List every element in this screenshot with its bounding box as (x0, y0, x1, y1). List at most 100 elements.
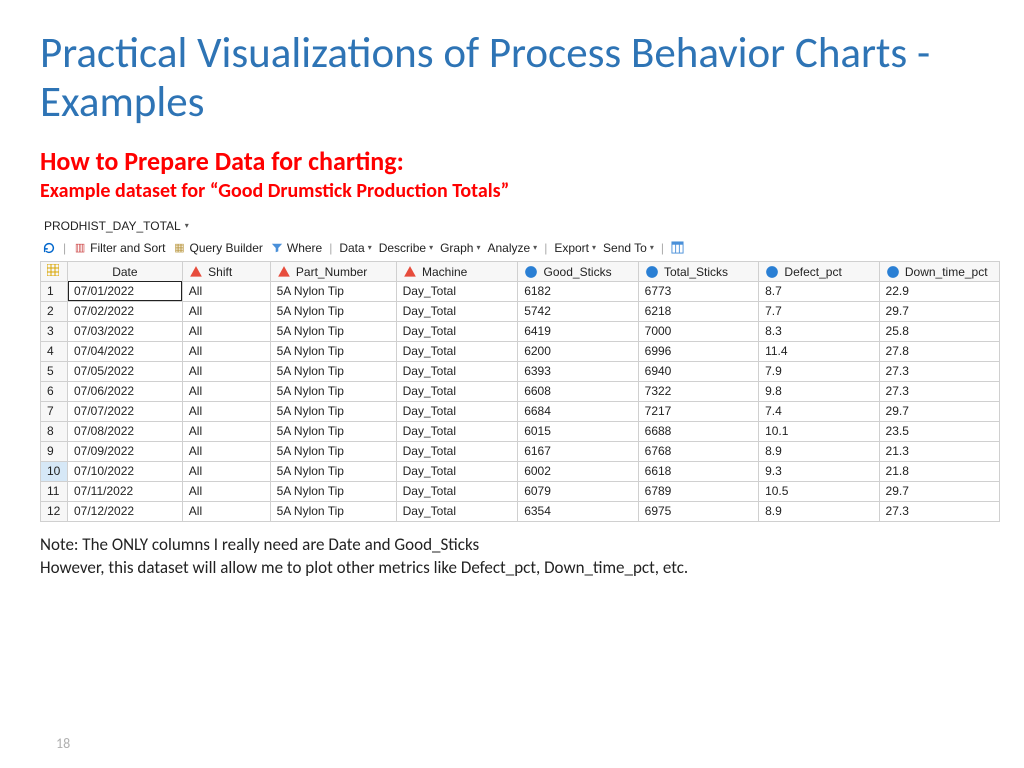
cell-good-sticks[interactable]: 6608 (518, 381, 638, 401)
column-header-date[interactable]: Date (68, 261, 183, 281)
cell-date[interactable]: 07/12/2022 (68, 501, 183, 521)
filter-and-sort-button[interactable]: ▥ Filter and Sort (71, 241, 167, 255)
cell-defect-pct[interactable]: 8.9 (759, 501, 879, 521)
cell-machine[interactable]: Day_Total (396, 341, 518, 361)
cell-total-sticks[interactable]: 6996 (638, 341, 758, 361)
cell-shift[interactable]: All (182, 381, 270, 401)
cell-date[interactable]: 07/04/2022 (68, 341, 183, 361)
where-button[interactable]: Where (268, 241, 324, 255)
cell-part-number[interactable]: 5A Nylon Tip (270, 481, 396, 501)
cell-date[interactable]: 07/06/2022 (68, 381, 183, 401)
cell-down-time-pct[interactable]: 21.3 (879, 441, 999, 461)
table-row[interactable]: 1007/10/2022All5A Nylon TipDay_Total6002… (41, 461, 1000, 481)
graph-menu[interactable]: Graph ▾ (438, 241, 482, 255)
cell-total-sticks[interactable]: 6773 (638, 281, 758, 301)
column-header-down-time-pct[interactable]: Down_time_pct (879, 261, 999, 281)
cell-machine[interactable]: Day_Total (396, 481, 518, 501)
cell-down-time-pct[interactable]: 25.8 (879, 321, 999, 341)
cell-total-sticks[interactable]: 6789 (638, 481, 758, 501)
table-row[interactable]: 307/03/2022All5A Nylon TipDay_Total64197… (41, 321, 1000, 341)
cell-part-number[interactable]: 5A Nylon Tip (270, 441, 396, 461)
row-number[interactable]: 3 (41, 321, 68, 341)
cell-defect-pct[interactable]: 9.3 (759, 461, 879, 481)
column-header-machine[interactable]: Machine (396, 261, 518, 281)
cell-down-time-pct[interactable]: 23.5 (879, 421, 999, 441)
cell-part-number[interactable]: 5A Nylon Tip (270, 301, 396, 321)
cell-shift[interactable]: All (182, 321, 270, 341)
cell-shift[interactable]: All (182, 501, 270, 521)
cell-shift[interactable]: All (182, 301, 270, 321)
dataset-name-dropdown[interactable]: PRODHIST_DAY_TOTAL ▾ (40, 217, 984, 239)
cell-good-sticks[interactable]: 6167 (518, 441, 638, 461)
cell-good-sticks[interactable]: 6419 (518, 321, 638, 341)
cell-date[interactable]: 07/01/2022 (68, 281, 183, 301)
cell-down-time-pct[interactable]: 21.8 (879, 461, 999, 481)
cell-machine[interactable]: Day_Total (396, 321, 518, 341)
cell-shift[interactable]: All (182, 421, 270, 441)
cell-total-sticks[interactable]: 6218 (638, 301, 758, 321)
data-menu[interactable]: Data ▾ (337, 241, 373, 255)
cell-part-number[interactable]: 5A Nylon Tip (270, 321, 396, 341)
row-number[interactable]: 4 (41, 341, 68, 361)
cell-total-sticks[interactable]: 7000 (638, 321, 758, 341)
cell-down-time-pct[interactable]: 27.3 (879, 381, 999, 401)
cell-good-sticks[interactable]: 6015 (518, 421, 638, 441)
cell-shift[interactable]: All (182, 441, 270, 461)
cell-part-number[interactable]: 5A Nylon Tip (270, 501, 396, 521)
row-number[interactable]: 11 (41, 481, 68, 501)
column-header-part-number[interactable]: Part_Number (270, 261, 396, 281)
export-menu[interactable]: Export ▾ (552, 241, 598, 255)
view-button[interactable] (669, 241, 687, 255)
cell-machine[interactable]: Day_Total (396, 441, 518, 461)
cell-total-sticks[interactable]: 7217 (638, 401, 758, 421)
table-row[interactable]: 507/05/2022All5A Nylon TipDay_Total63936… (41, 361, 1000, 381)
row-number[interactable]: 1 (41, 281, 68, 301)
table-row[interactable]: 107/01/2022All5A Nylon TipDay_Total61826… (41, 281, 1000, 301)
cell-down-time-pct[interactable]: 27.3 (879, 501, 999, 521)
cell-part-number[interactable]: 5A Nylon Tip (270, 341, 396, 361)
cell-part-number[interactable]: 5A Nylon Tip (270, 281, 396, 301)
row-number[interactable]: 2 (41, 301, 68, 321)
cell-machine[interactable]: Day_Total (396, 301, 518, 321)
column-header-defect-pct[interactable]: Defect_pct (759, 261, 879, 281)
cell-machine[interactable]: Day_Total (396, 501, 518, 521)
data-grid[interactable]: Date Shift Part_Number Machine Good_Stic… (40, 261, 1000, 522)
row-number[interactable]: 12 (41, 501, 68, 521)
table-row[interactable]: 707/07/2022All5A Nylon TipDay_Total66847… (41, 401, 1000, 421)
cell-defect-pct[interactable]: 7.9 (759, 361, 879, 381)
cell-down-time-pct[interactable]: 29.7 (879, 401, 999, 421)
table-row[interactable]: 1207/12/2022All5A Nylon TipDay_Total6354… (41, 501, 1000, 521)
cell-good-sticks[interactable]: 6354 (518, 501, 638, 521)
cell-defect-pct[interactable]: 7.4 (759, 401, 879, 421)
cell-down-time-pct[interactable]: 29.7 (879, 481, 999, 501)
cell-total-sticks[interactable]: 6940 (638, 361, 758, 381)
cell-defect-pct[interactable]: 7.7 (759, 301, 879, 321)
table-row[interactable]: 207/02/2022All5A Nylon TipDay_Total57426… (41, 301, 1000, 321)
cell-date[interactable]: 07/11/2022 (68, 481, 183, 501)
cell-defect-pct[interactable]: 10.5 (759, 481, 879, 501)
row-number[interactable]: 6 (41, 381, 68, 401)
column-header-shift[interactable]: Shift (182, 261, 270, 281)
cell-date[interactable]: 07/02/2022 (68, 301, 183, 321)
cell-shift[interactable]: All (182, 481, 270, 501)
cell-part-number[interactable]: 5A Nylon Tip (270, 421, 396, 441)
cell-defect-pct[interactable]: 10.1 (759, 421, 879, 441)
cell-part-number[interactable]: 5A Nylon Tip (270, 381, 396, 401)
cell-machine[interactable]: Day_Total (396, 461, 518, 481)
row-number[interactable]: 9 (41, 441, 68, 461)
cell-part-number[interactable]: 5A Nylon Tip (270, 461, 396, 481)
cell-total-sticks[interactable]: 6618 (638, 461, 758, 481)
row-number[interactable]: 5 (41, 361, 68, 381)
cell-shift[interactable]: All (182, 401, 270, 421)
cell-defect-pct[interactable]: 8.9 (759, 441, 879, 461)
cell-shift[interactable]: All (182, 341, 270, 361)
cell-machine[interactable]: Day_Total (396, 401, 518, 421)
cell-defect-pct[interactable]: 11.4 (759, 341, 879, 361)
cell-good-sticks[interactable]: 6002 (518, 461, 638, 481)
describe-menu[interactable]: Describe ▾ (377, 241, 435, 255)
cell-date[interactable]: 07/08/2022 (68, 421, 183, 441)
row-number[interactable]: 8 (41, 421, 68, 441)
cell-part-number[interactable]: 5A Nylon Tip (270, 361, 396, 381)
cell-date[interactable]: 07/09/2022 (68, 441, 183, 461)
cell-part-number[interactable]: 5A Nylon Tip (270, 401, 396, 421)
